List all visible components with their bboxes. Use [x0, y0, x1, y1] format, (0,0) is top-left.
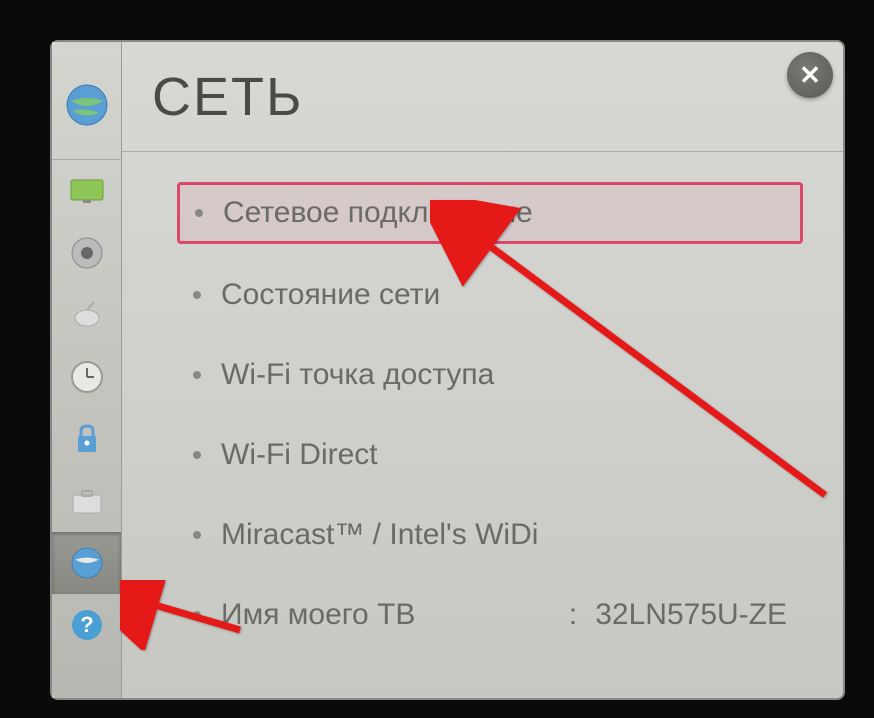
menu-item-network-connection[interactable]: Сетевое подключение	[177, 182, 803, 244]
bullet-icon	[193, 371, 201, 379]
page-title: СЕТЬ	[152, 66, 303, 128]
sidebar: ?	[52, 42, 122, 698]
speaker-icon	[70, 236, 104, 270]
sidebar-item-display[interactable]	[52, 160, 121, 222]
menu-item-wifi-hotspot[interactable]: Wi-Fi точка доступа	[177, 346, 803, 404]
sidebar-item-lock[interactable]	[52, 408, 121, 470]
content-area: СЕТЬ ✕ Сетевое подключение Состояние сет…	[122, 42, 843, 698]
menu-label: Сетевое подключение	[223, 196, 785, 230]
network-globe-icon	[63, 81, 111, 129]
sidebar-item-support[interactable]: ?	[52, 594, 121, 656]
menu-label: Wi-Fi Direct	[221, 438, 787, 472]
close-button[interactable]: ✕	[787, 52, 833, 98]
separator: :	[569, 598, 577, 632]
menu-item-wifi-direct[interactable]: Wi-Fi Direct	[177, 426, 803, 484]
menu-item-tv-name[interactable]: Имя моего ТВ : 32LN575U-ZE	[177, 586, 803, 644]
sidebar-item-options[interactable]	[52, 470, 121, 532]
svg-text:?: ?	[80, 612, 93, 637]
sidebar-item-time[interactable]	[52, 346, 121, 408]
briefcase-icon	[70, 487, 104, 515]
bullet-icon	[193, 291, 201, 299]
sidebar-item-network[interactable]	[52, 532, 121, 594]
menu-label: Miracast™ / Intel's WiDi	[221, 518, 787, 552]
menu-list: Сетевое подключение Состояние сети Wi-Fi…	[122, 152, 843, 664]
menu-label: Wi-Fi точка доступа	[221, 358, 787, 392]
close-icon: ✕	[799, 60, 821, 91]
satellite-icon	[70, 298, 104, 332]
network-globe-icon	[67, 543, 107, 583]
menu-value: 32LN575U-ZE	[595, 598, 787, 632]
sidebar-header-network-icon	[52, 50, 122, 160]
sidebar-item-channel[interactable]	[52, 284, 121, 346]
menu-label: Состояние сети	[221, 278, 787, 312]
menu-label: Имя моего ТВ	[221, 598, 551, 632]
menu-item-miracast[interactable]: Miracast™ / Intel's WiDi	[177, 506, 803, 564]
bullet-icon	[195, 209, 203, 217]
sidebar-item-sound[interactable]	[52, 222, 121, 284]
settings-panel: ? СЕТЬ ✕ Сетевое подключение Состояние с…	[50, 40, 845, 700]
help-icon: ?	[70, 608, 104, 642]
bullet-icon	[193, 611, 201, 619]
bullet-icon	[193, 451, 201, 459]
panel-header: СЕТЬ ✕	[122, 42, 843, 152]
lock-icon	[72, 422, 102, 456]
clock-icon	[69, 359, 105, 395]
display-icon	[69, 178, 105, 204]
menu-item-network-status[interactable]: Состояние сети	[177, 266, 803, 324]
bullet-icon	[193, 531, 201, 539]
